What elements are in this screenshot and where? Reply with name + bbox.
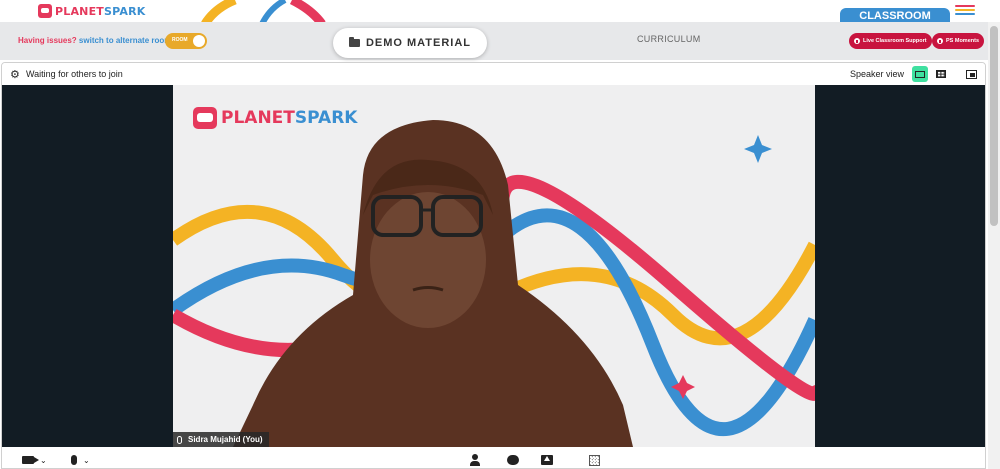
participant-name-tag: Sidra Mujahid (You) (173, 432, 269, 447)
record-icon (589, 454, 600, 466)
speaker-view-icon (915, 70, 925, 78)
curriculum-link[interactable]: CURRICULUM (637, 34, 701, 44)
classroom-toolbar: Having issues? switch to alternate room … (0, 22, 988, 60)
toggle-knob (193, 35, 205, 47)
logo-robot-icon (38, 4, 52, 18)
gear-icon[interactable]: ⚙ (10, 68, 20, 81)
chevron-down-icon[interactable]: ⌄ (83, 456, 90, 465)
gallery-view-button[interactable] (933, 66, 949, 82)
meeting-panel: ⚙ Waiting for others to join Speaker vie… (1, 62, 986, 469)
demo-material-label: DEMO MATERIAL (365, 37, 472, 49)
issues-message: Having issues? switch to alternate room (18, 36, 171, 45)
waiting-status: Waiting for others to join (26, 69, 123, 79)
page-scrollbar[interactable] (988, 22, 1000, 469)
folder-icon (348, 37, 360, 47)
chevron-down-icon[interactable]: ⌄ (40, 456, 47, 465)
toggle-label: ROOM (172, 37, 188, 43)
meeting-header: ⚙ Waiting for others to join Speaker vie… (2, 63, 985, 85)
live-classroom-support-button[interactable]: Live Classroom Support (849, 33, 932, 49)
info-icon (854, 38, 860, 44)
planetspark-logo[interactable]: PLANETSPARK (38, 4, 146, 18)
live-support-label: Live Classroom Support (863, 38, 927, 44)
logo-robot-icon (193, 107, 217, 129)
video-camera-icon (22, 456, 39, 464)
ps-moments-button[interactable]: PS Moments (932, 33, 985, 49)
pip-icon (965, 69, 977, 79)
alternate-room-toggle[interactable]: ROOM (165, 33, 207, 49)
participant-video[interactable]: PLANETSPARK Sidra Mujahid (You) (173, 85, 815, 447)
speaker-view-button[interactable] (912, 66, 928, 82)
participants-icon (470, 454, 480, 466)
chat-icon (507, 455, 519, 465)
share-screen-icon (541, 455, 553, 465)
scrollbar-thumb[interactable] (990, 26, 998, 226)
meeting-controls: ⌄ ⌄ (2, 447, 985, 468)
hamburger-menu-icon[interactable] (955, 5, 975, 19)
demo-material-button[interactable]: DEMO MATERIAL (333, 28, 487, 58)
video-logo: PLANETSPARK (193, 107, 357, 129)
share-screen-button[interactable] (541, 453, 553, 467)
pip-button[interactable] (963, 66, 979, 82)
microphone-icon (71, 455, 77, 465)
video-stage: PLANETSPARK Sidra Mujahid (You) (2, 85, 985, 447)
speaker-view-label: Speaker view (850, 69, 905, 79)
participant-name: Sidra Mujahid (You) (188, 435, 263, 444)
issues-label: Having issues? (18, 36, 77, 45)
video-logo-text: PLANETSPARK (221, 108, 358, 128)
chat-button[interactable] (507, 453, 519, 467)
switch-room-link[interactable]: switch to alternate room (79, 36, 171, 45)
logo-text: PLANETSPARK (55, 4, 146, 18)
top-header: PLANETSPARK CLASSROOM (0, 0, 1000, 24)
record-button[interactable] (589, 453, 600, 467)
video-toggle-button[interactable]: ⌄ (22, 453, 47, 467)
info-icon (937, 38, 943, 44)
ps-moments-label: PS Moments (946, 38, 980, 44)
mute-button[interactable]: ⌄ (71, 453, 90, 467)
video-background (173, 120, 815, 447)
microphone-icon (177, 435, 182, 444)
participants-button[interactable] (470, 453, 480, 467)
gallery-view-icon (936, 70, 946, 78)
